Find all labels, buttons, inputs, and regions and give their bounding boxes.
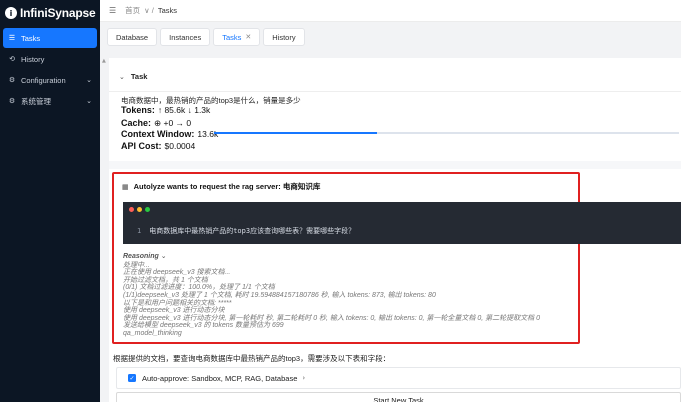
sidebar-item-history[interactable]: ⟲ History <box>3 49 97 69</box>
settings-icon: ⚙ <box>8 76 16 84</box>
red-dot-icon <box>129 207 134 212</box>
breadcrumb-separator: ∨ / <box>144 6 154 15</box>
database-icon: ▦ <box>122 182 129 191</box>
tab-bar: Database Instances Tasks ✕ History <box>100 22 681 52</box>
task-header-label: Task <box>130 72 148 81</box>
context-window-value: 13.6k <box>197 129 219 139</box>
context-window-metric: Context Window: 13.6k <box>121 129 218 139</box>
sidebar-item-label: 系统管理 <box>21 96 51 106</box>
task-header[interactable]: ⌄ Task <box>119 72 147 81</box>
sidebar-nav: ☰ Tasks ⟲ History ⚙ Configuration ⌄ ⚙ 系统… <box>0 28 100 111</box>
tokens-label: Tokens: <box>121 105 155 115</box>
code-text: 电商数据库中最热销产品的top3应该查询哪些表？需要哪些字段？ <box>149 227 356 235</box>
sidebar-item-label: History <box>21 54 45 64</box>
chevron-down-icon: ⌄ <box>86 76 92 84</box>
start-new-task-button[interactable]: Start New Task <box>116 392 681 402</box>
reasoning-line: 使用 deepseek_v3 进行动态分块 <box>123 307 225 315</box>
close-icon[interactable]: ✕ <box>245 33 251 41</box>
menu-toggle-icon[interactable]: ☰ <box>109 6 116 15</box>
tab-label: Database <box>116 32 149 42</box>
tab-label: Instances <box>169 32 202 42</box>
breadcrumb-home[interactable]: 首页 <box>125 5 140 16</box>
tab-instances[interactable]: Instances <box>160 28 211 46</box>
rag-request-title: ▦ Autolyze wants to request the rag serv… <box>122 181 320 192</box>
context-window-progress <box>214 132 679 134</box>
tab-history[interactable]: History <box>263 28 305 46</box>
yellow-dot-icon <box>137 207 142 212</box>
sidebar-item-system-admin[interactable]: ⚙ 系统管理 ⌄ <box>3 91 97 111</box>
context-window-progress-fill <box>214 132 377 134</box>
api-cost-label: API Cost: <box>121 141 162 151</box>
sidebar-item-configuration[interactable]: ⚙ Configuration ⌄ <box>3 70 97 90</box>
auto-approve-row[interactable]: ✓ Auto-approve: Sandbox, MCP, RAG, Datab… <box>116 367 681 389</box>
tab-label: Tasks <box>222 32 242 42</box>
reasoning-line: 发送给模型 deepseek_v3 的 tokens 数量预估为 699 <box>123 322 284 330</box>
reasoning-line: (0/1) 文档过滤进度：100.0%，处理了 1/1 个文档 <box>123 284 275 292</box>
sidebar: i InfiniSynapse ☰ Tasks ⟲ History ⚙ Conf… <box>0 0 100 402</box>
sidebar-item-label: Tasks <box>21 33 41 43</box>
window-dots <box>129 207 153 212</box>
reasoning-label: Reasoning <box>123 253 159 260</box>
chevron-down-icon: ⌄ <box>86 97 92 105</box>
cache-value: ⊕ +0 → 0 <box>154 118 192 128</box>
chevron-down-icon: ⌄ <box>119 72 125 81</box>
reasoning-section: Reasoning ⌄ 处理中... 正在使用 deepseek_v3 搜索文档… <box>123 253 540 338</box>
task-panel: ⌄ Task 电商数据中，最热销的产品的top3是什么，销量是多少 Tokens… <box>109 58 681 402</box>
sidebar-item-label: Configuration <box>21 75 66 85</box>
logo-icon: i <box>5 7 17 19</box>
auto-approve-label: Auto-approve: Sandbox, MCP, RAG, Databas… <box>142 373 298 383</box>
scrollbar-track[interactable] <box>100 56 109 402</box>
code-line: 1 电商数据库中最热销产品的top3应该查询哪些表？需要哪些字段？ <box>137 226 355 236</box>
answer-text: 根据提供的文档，要查询电商数据库中最热销产品的top3，需要涉及以下表和字段： <box>113 354 391 363</box>
context-window-label: Context Window: <box>121 129 195 139</box>
tokens-value: ↑ 85.6k ↓ 1.3k <box>157 105 211 115</box>
section-divider <box>109 161 681 169</box>
api-cost-value: $0.0004 <box>164 141 196 151</box>
chevron-right-icon: › <box>302 374 306 382</box>
auto-approve-checkbox[interactable]: ✓ <box>128 374 136 382</box>
tab-tasks[interactable]: Tasks ✕ <box>213 28 261 46</box>
reasoning-toggle[interactable]: Reasoning ⌄ <box>123 253 540 261</box>
rag-request-box: ▦ Autolyze wants to request the rag serv… <box>112 172 681 344</box>
breadcrumb-current: Tasks <box>157 6 178 15</box>
breadcrumb: ☰ 首页 ∨ / Tasks <box>100 0 681 22</box>
green-dot-icon <box>145 207 150 212</box>
chevron-down-icon: ⌄ <box>160 253 167 260</box>
cache-label: Cache: <box>121 118 152 128</box>
divider <box>109 91 681 92</box>
code-block: 1 电商数据库中最热销产品的top3应该查询哪些表？需要哪些字段？ <box>123 202 681 244</box>
reasoning-line: (1/1)deepseek_v3 处理了 1 个文档, 耗时 19.594884… <box>123 291 436 299</box>
tab-label: History <box>272 32 296 42</box>
line-number: 1 <box>137 227 142 235</box>
rag-request-title-text: Autolyze wants to request the rag server… <box>133 182 321 191</box>
api-cost-metric: API Cost: $0.0004 <box>121 141 195 151</box>
sidebar-item-tasks[interactable]: ☰ Tasks <box>3 28 97 48</box>
history-icon: ⟲ <box>9 55 15 63</box>
scroll-up-arrow-icon[interactable]: ▲ <box>102 58 106 64</box>
list-icon: ☰ <box>8 34 16 42</box>
cache-metric: Cache: ⊕ +0 → 0 <box>121 118 191 129</box>
app-name: InfiniSynapse <box>20 6 96 20</box>
reasoning-line: qa_model_thinking <box>123 329 182 337</box>
app-logo[interactable]: i InfiniSynapse <box>0 0 100 26</box>
reasoning-line: 正在使用 deepseek_v3 搜索文档... <box>123 269 231 277</box>
tab-database[interactable]: Database <box>107 28 158 46</box>
tokens-metric: Tokens: ↑ 85.6k ↓ 1.3k <box>121 105 210 115</box>
settings-icon: ⚙ <box>8 97 16 105</box>
